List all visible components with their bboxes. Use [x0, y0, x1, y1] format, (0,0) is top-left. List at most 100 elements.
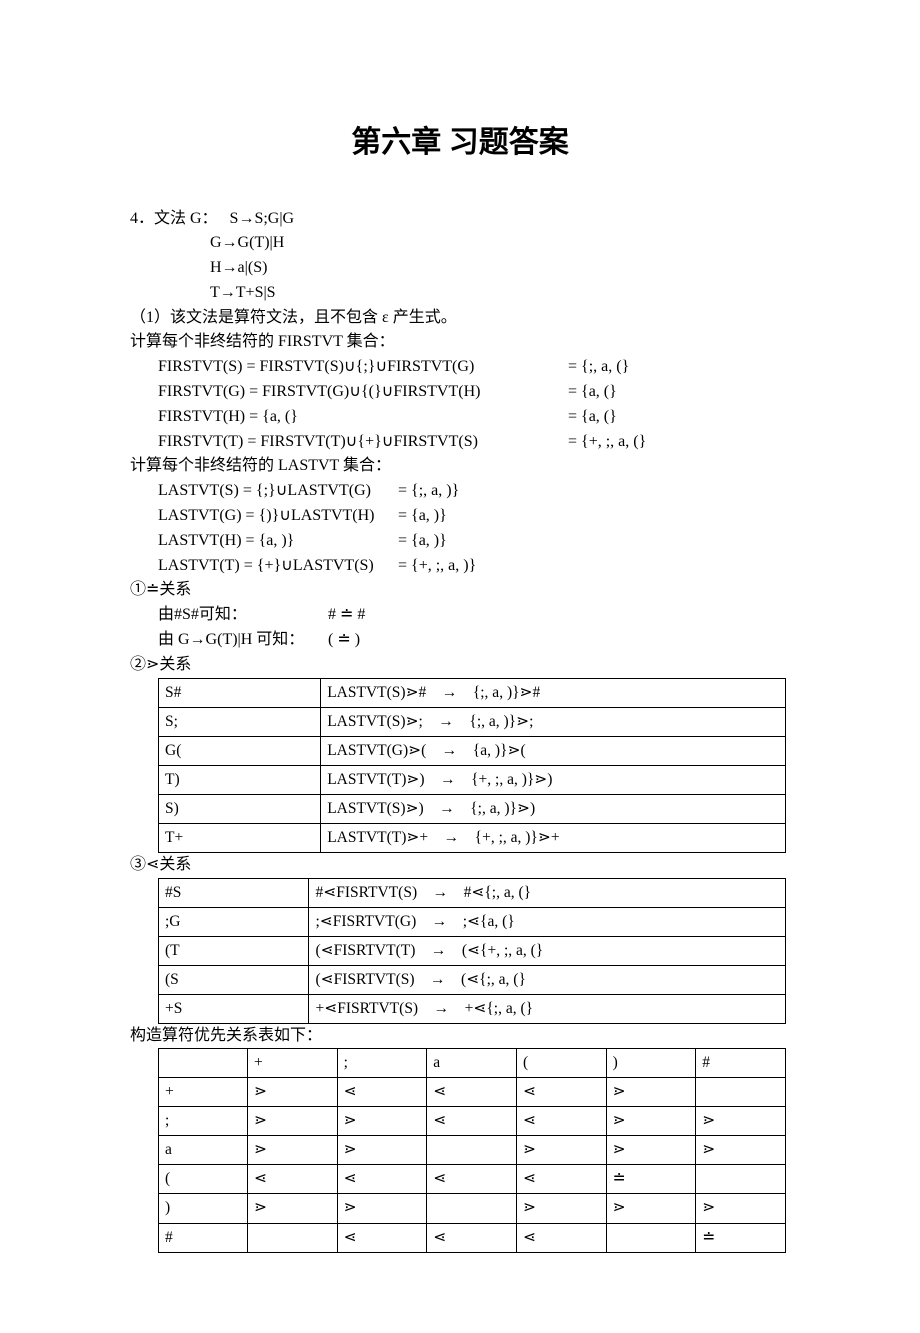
- lastvt-row: LASTVT(G) = {)}∪LASTVT(H)= {a, )}: [130, 504, 790, 529]
- firstvt-left: FIRSTVT(S) = FIRSTVT(S)∪{;}∪FIRSTVT(G): [158, 355, 568, 380]
- prec-cell: ⋖: [337, 1223, 427, 1252]
- gt-header: ②⋗关系: [130, 653, 790, 678]
- gt-c2: LASTVT(G)⋗(: [327, 742, 426, 759]
- prec-cell: ⋗: [337, 1107, 427, 1136]
- lastvt-left: LASTVT(S) = {;}∪LASTVT(G): [158, 479, 398, 504]
- arrow-icon: →: [440, 771, 456, 788]
- eq-left: 由 G→G(T)|H 可知：: [158, 628, 328, 653]
- table-row: ;⋗⋗⋖⋖⋗⋗: [159, 1107, 786, 1136]
- prec-cell: [427, 1136, 517, 1165]
- gt-c2: LASTVT(T)⋗): [327, 771, 424, 788]
- eq-right: # ≐ #: [328, 603, 365, 628]
- gt-c1: S;: [159, 707, 321, 736]
- prec-row-hdr: +: [159, 1078, 248, 1107]
- prec-row-hdr: (: [159, 1165, 248, 1194]
- lt-header: ③⋖关系: [130, 853, 790, 878]
- arrow-icon: →: [431, 942, 447, 959]
- firstvt-row: FIRSTVT(G) = FIRSTVT(G)∪{(}∪FIRSTVT(H)= …: [130, 380, 790, 405]
- prec-cell: ⋗: [247, 1136, 337, 1165]
- lt-c1: (S: [159, 965, 309, 994]
- lt-c1: #S: [159, 878, 309, 907]
- table-row: S)LASTVT(S)⋗) → {;, a, )}⋗): [159, 794, 786, 823]
- prec-cell: ⋖: [427, 1107, 517, 1136]
- lastvt-left: LASTVT(G) = {)}∪LASTVT(H): [158, 504, 398, 529]
- table-row: ;G;⋖FISRTVT(G) → ;⋖{a, (}: [159, 907, 786, 936]
- prec-cell: ⋗: [696, 1136, 786, 1165]
- gt-c4: {+, ;, a, )}⋗+: [475, 829, 560, 846]
- grammar-rule: H→a|(S): [130, 256, 790, 281]
- gt-c2: LASTVT(S)⋗;: [327, 713, 423, 730]
- firstvt-left: FIRSTVT(G) = FIRSTVT(G)∪{(}∪FIRSTVT(H): [158, 380, 568, 405]
- lt-c2: #⋖FISRTVT(S): [315, 884, 417, 901]
- prec-cell: [606, 1223, 696, 1252]
- gt-c4: {;, a, )}⋗): [470, 800, 535, 817]
- prec-cell: ⋖: [337, 1165, 427, 1194]
- table-row: +⋗⋖⋖⋖⋗: [159, 1078, 786, 1107]
- prec-col-hdr: ;: [337, 1049, 427, 1078]
- lt-c2: +⋖FISRTVT(S): [315, 1000, 418, 1017]
- grammar-rule: G→G(T)|H: [130, 231, 790, 256]
- prec-cell: ⋖: [516, 1078, 606, 1107]
- table-row: T+LASTVT(T)⋗+ → {+, ;, a, )}⋗+: [159, 823, 786, 852]
- gt-table: S# LASTVT(S)⋗# → {;, a, )}⋗# S; LASTVT(S)⋗…: [158, 678, 786, 853]
- lastvt-right: = {+, ;, a, )}: [398, 554, 488, 579]
- table-row: #⋖⋖⋖≐: [159, 1223, 786, 1252]
- arrow-icon: →: [430, 971, 446, 988]
- prec-cell: ⋖: [427, 1223, 517, 1252]
- prec-cell: ⋗: [247, 1107, 337, 1136]
- prec-col-hdr: #: [696, 1049, 786, 1078]
- gt-c4: {a, )}⋗(: [473, 742, 526, 759]
- table-row: #S#⋖FISRTVT(S) → #⋖{;, a, (}: [159, 878, 786, 907]
- eq-right: ( ≐ ): [328, 628, 360, 653]
- firstvt-row: FIRSTVT(S) = FIRSTVT(S)∪{;}∪FIRSTVT(G)= …: [130, 355, 790, 380]
- prec-col-hdr: +: [247, 1049, 337, 1078]
- table-row: (T(⋖FISRTVT(T) → (⋖{+, ;, a, (}: [159, 936, 786, 965]
- lt-c1: +S: [159, 994, 309, 1023]
- gt-c1: S#: [159, 678, 321, 707]
- eq-row: 由 G→G(T)|H 可知：( ≐ ): [130, 628, 790, 653]
- grammar-rule: T→T+S|S: [130, 281, 790, 306]
- arrow-icon: →: [434, 1000, 450, 1017]
- prec-cell: [247, 1223, 337, 1252]
- eq-row: 由#S#可知：# ≐ #: [130, 603, 790, 628]
- prec-cell: ⋖: [427, 1078, 517, 1107]
- prec-cell: ⋗: [516, 1136, 606, 1165]
- lastvt-right: = {a, )}: [398, 529, 488, 554]
- prec-cell: ⋗: [606, 1107, 696, 1136]
- prec-col-hdr: (: [516, 1049, 606, 1078]
- table-row: (S(⋖FISRTVT(S) → (⋖{;, a, (}: [159, 965, 786, 994]
- prec-cell: ⋗: [606, 1078, 696, 1107]
- gt-c2: LASTVT(S)⋗): [327, 800, 424, 817]
- prec-cell: ⋗: [337, 1194, 427, 1223]
- lt-c4: +⋖{;, a, (}: [465, 1000, 533, 1017]
- gt-c4: {+, ;, a, )}⋗): [471, 771, 552, 788]
- table-row: )⋗⋗⋗⋗⋗: [159, 1194, 786, 1223]
- lastvt-right: = {;, a, )}: [398, 479, 488, 504]
- lt-c2: (⋖FISRTVT(S): [315, 971, 414, 988]
- arrow-icon: →: [442, 684, 458, 701]
- gt-c1: S): [159, 794, 321, 823]
- lastvt-row: LASTVT(H) = {a, )}= {a, )}: [130, 529, 790, 554]
- gt-c4: {;, a, )}⋗#: [473, 684, 540, 701]
- firstvt-right: = {a, (}: [568, 380, 790, 405]
- prec-row-hdr: ;: [159, 1107, 248, 1136]
- gt-c1: T): [159, 765, 321, 794]
- lastvt-right: = {a, )}: [398, 504, 488, 529]
- gt-c2: LASTVT(S)⋗#: [327, 684, 426, 701]
- note: （1）该文法是算符文法，且不包含 ε 产生式。: [130, 306, 790, 331]
- precedence-table: + ; a ( ) # +⋗⋖⋖⋖⋗ ;⋗⋗⋖⋖⋗⋗ a⋗⋗⋗⋗⋗ (⋖⋖⋖⋖≐…: [158, 1048, 786, 1252]
- prec-cell: ⋗: [606, 1136, 696, 1165]
- prec-cell: ⋗: [606, 1194, 696, 1223]
- prec-cell: ⋗: [516, 1194, 606, 1223]
- prec-cell: [696, 1165, 786, 1194]
- lt-c4: ;⋖{a, (}: [463, 913, 515, 930]
- table-row: S;LASTVT(S)⋗; → {;, a, )}⋗;: [159, 707, 786, 736]
- prec-cell: ≐: [696, 1223, 786, 1252]
- prec-cell: ≐: [606, 1165, 696, 1194]
- eq-left: 由#S#可知：: [158, 603, 328, 628]
- table-row: G(LASTVT(G)⋗( → {a, )}⋗(: [159, 736, 786, 765]
- lt-c2: (⋖FISRTVT(T): [315, 942, 415, 959]
- arrow-icon: →: [442, 742, 458, 759]
- firstvt-row: FIRSTVT(T) = FIRSTVT(T)∪{+}∪FIRSTVT(S)= …: [130, 430, 790, 455]
- prec-col-hdr: a: [427, 1049, 517, 1078]
